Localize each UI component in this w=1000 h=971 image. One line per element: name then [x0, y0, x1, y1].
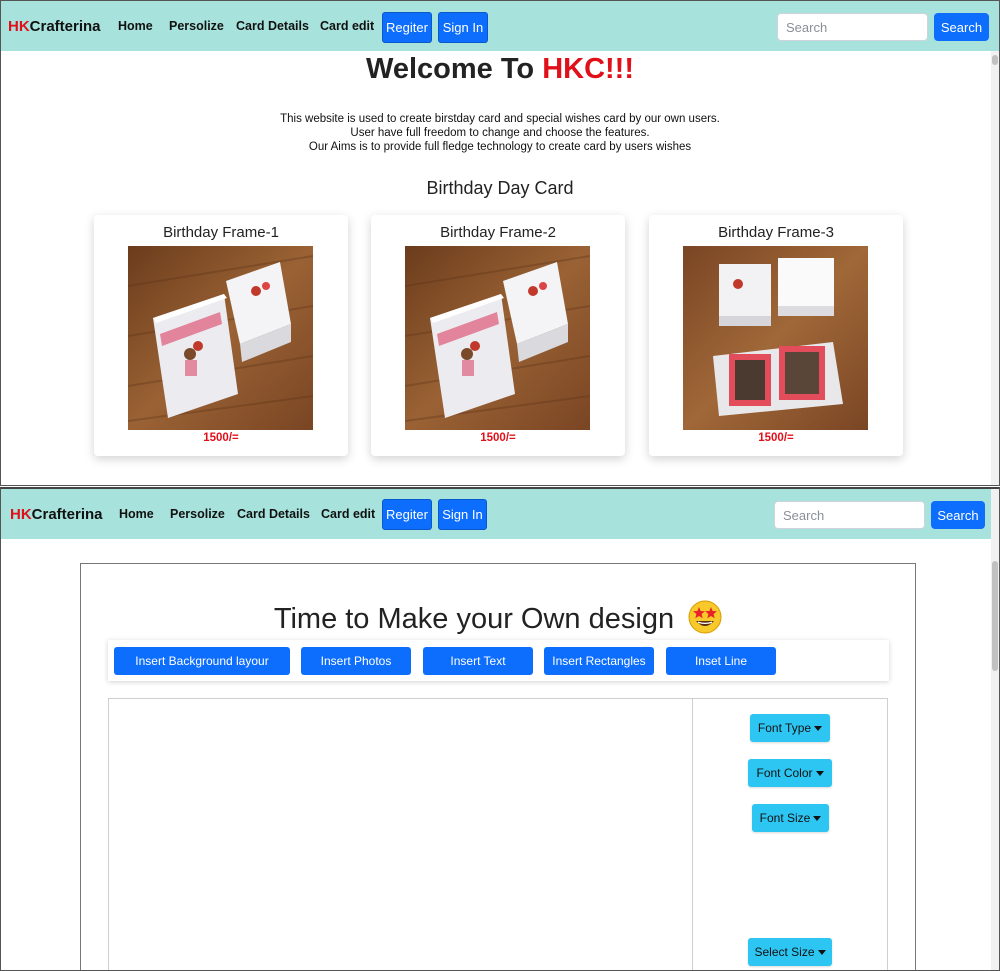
- card-image[interactable]: [405, 246, 590, 430]
- editor-title: Time to Make your Own design: [81, 600, 915, 636]
- font-color-dropdown[interactable]: Font Color: [748, 759, 832, 787]
- nav-link-persolize[interactable]: Persolize: [170, 507, 225, 521]
- card-image[interactable]: [128, 246, 313, 430]
- nav-link-card-details[interactable]: Card Details: [236, 19, 309, 33]
- insert-background-button[interactable]: Insert Background layour: [114, 647, 290, 675]
- register-button[interactable]: Regiter: [382, 499, 432, 530]
- caret-down-icon: [814, 726, 823, 732]
- font-type-label: Font Type: [757, 721, 812, 735]
- nav-link-card-details[interactable]: Card Details: [237, 507, 310, 521]
- intro-line: This website is used to create birstday …: [280, 113, 720, 125]
- welcome-prefix: Welcome To: [366, 53, 543, 85]
- sign-in-button[interactable]: Sign In: [438, 499, 487, 530]
- product-card-frame-1[interactable]: Birthday Frame-1 1500/=: [94, 215, 348, 456]
- brand-accent: HK: [10, 506, 32, 523]
- welcome-heading: Welcome To HKC!!!: [1, 53, 999, 86]
- font-size-label: Font Size: [759, 811, 811, 825]
- insert-toolbar: Insert Background layour Insert Photos I…: [108, 640, 889, 681]
- intro-text: This website is used to create birstday …: [1, 112, 999, 154]
- nav-link-home[interactable]: Home: [119, 507, 154, 521]
- card-title: Birthday Frame-3: [718, 224, 834, 241]
- star-struck-emoji-icon: [688, 600, 722, 634]
- search-input[interactable]: [777, 13, 928, 41]
- card-title: Birthday Frame-2: [440, 224, 556, 241]
- nav-link-card-edit[interactable]: Card edit: [321, 507, 375, 521]
- insert-photos-button[interactable]: Insert Photos: [301, 647, 411, 675]
- card-price: 1500/=: [203, 432, 239, 444]
- editor-page-screenshot: HKCrafterina Home Persolize Card Details…: [0, 487, 1000, 971]
- insert-line-button[interactable]: Inset Line: [666, 647, 776, 675]
- font-color-label: Font Color: [756, 766, 813, 780]
- select-size-dropdown[interactable]: Select Size: [748, 938, 832, 966]
- design-editor-panel: Time to Make your Own design Insert Back…: [80, 563, 916, 970]
- design-canvas[interactable]: [109, 699, 693, 970]
- search-input[interactable]: [774, 501, 925, 529]
- font-type-dropdown[interactable]: Font Type: [750, 714, 830, 742]
- caret-down-icon: [817, 950, 826, 956]
- search-button[interactable]: Search: [931, 501, 985, 529]
- card-image[interactable]: [683, 246, 868, 430]
- navbar: HKCrafterina Home Persolize Card Details…: [1, 489, 999, 539]
- editor-workspace: Font Type Font Color Font Size Select Si…: [108, 698, 888, 970]
- brand-logo[interactable]: HKCrafterina: [10, 506, 103, 523]
- welcome-accent: HKC!!!: [542, 53, 634, 85]
- intro-line: Our Aims is to provide full fledge techn…: [308, 141, 692, 153]
- search-button[interactable]: Search: [934, 13, 989, 41]
- editor-title-text: Time to Make your Own design: [273, 603, 675, 635]
- caret-down-icon: [813, 816, 822, 822]
- brand-name: Crafterina: [31, 506, 103, 523]
- home-page-screenshot: HKCrafterina Home Persolize Card Details…: [0, 0, 1000, 486]
- scrollbar[interactable]: [991, 489, 999, 970]
- register-button[interactable]: Regiter: [382, 12, 432, 43]
- select-size-label: Select Size: [754, 945, 815, 959]
- scrollbar-thumb[interactable]: [992, 561, 998, 671]
- nav-link-home[interactable]: Home: [118, 19, 153, 33]
- section-title: Birthday Day Card: [426, 178, 574, 198]
- insert-rectangles-button[interactable]: Insert Rectangles: [544, 647, 654, 675]
- card-price: 1500/=: [758, 432, 794, 444]
- brand-accent: HK: [8, 18, 30, 35]
- caret-down-icon: [815, 771, 824, 777]
- card-title: Birthday Frame-1: [163, 224, 279, 241]
- card-price: 1500/=: [480, 432, 516, 444]
- brand-name: Crafterina: [29, 18, 101, 35]
- product-card-frame-3[interactable]: Birthday Frame-3 1500/=: [649, 215, 903, 456]
- insert-text-button[interactable]: Insert Text: [423, 647, 533, 675]
- product-card-frame-2[interactable]: Birthday Frame-2 1500/=: [371, 215, 625, 456]
- brand-logo[interactable]: HKCrafterina: [8, 18, 101, 35]
- intro-line: User have full freedom to change and cho…: [350, 127, 650, 139]
- nav-link-persolize[interactable]: Persolize: [169, 19, 224, 33]
- nav-link-card-edit[interactable]: Card edit: [320, 19, 374, 33]
- sign-in-button[interactable]: Sign In: [438, 12, 488, 43]
- font-size-dropdown[interactable]: Font Size: [752, 804, 829, 832]
- navbar: HKCrafterina Home Persolize Card Details…: [1, 1, 999, 51]
